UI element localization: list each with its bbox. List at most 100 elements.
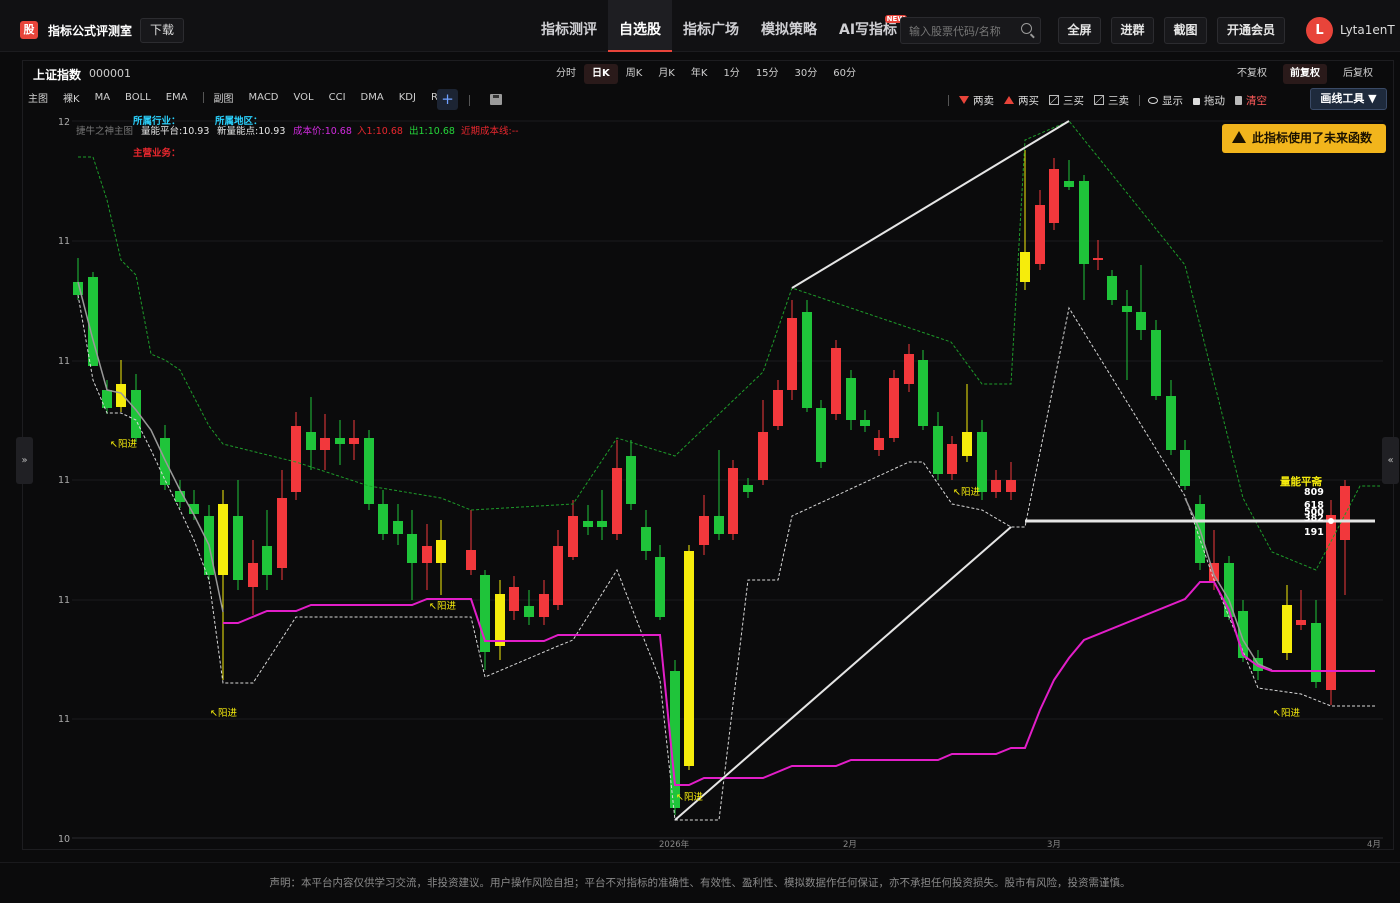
y-tick: 10 [58, 834, 70, 845]
candle-body [1195, 504, 1205, 563]
collapse-right-button[interactable]: « [1382, 437, 1399, 484]
candle-body [436, 540, 446, 563]
candle-body [1122, 306, 1132, 312]
candle-body [1151, 330, 1161, 396]
fib-level: 809 [1304, 487, 1324, 498]
candle-body [1006, 480, 1016, 492]
candle-body [320, 438, 330, 450]
disclaimer-footer: 声明：本平台内容仅供学习交流，非投资建议。用户操作风险自担；平台不对指标的准确性… [0, 862, 1400, 900]
candle-body [933, 426, 943, 474]
cost-value: 成本价:10.68 [293, 125, 352, 137]
candle-body [758, 432, 768, 480]
x-tick: 4月 [1367, 840, 1381, 850]
warning-text: 此指标使用了未来函数 [1252, 131, 1373, 145]
new-low-value: 新量能点:10.93 [217, 125, 285, 137]
candle-body [349, 438, 359, 444]
candle-body [1282, 605, 1292, 653]
candle-body [291, 426, 301, 492]
candle-body [728, 468, 738, 534]
x-tick: 2026年 [659, 839, 690, 850]
candle-body [277, 498, 287, 568]
x-tick: 2月 [843, 840, 857, 850]
candle-body [407, 534, 417, 563]
candle-body [509, 587, 519, 611]
y-tick: 11 [58, 236, 70, 247]
y-tick: 11 [58, 475, 70, 486]
candle-body [597, 521, 607, 527]
candle-body [860, 420, 870, 426]
trend-anchor [1328, 518, 1334, 524]
candle-body [641, 527, 651, 551]
candlestick-chart[interactable]: 捷牛之神主图 所属行业： 所属地区： 量能平台:10.93 新量能点:10.93… [0, 0, 1400, 860]
entry-value: 入1:10.68 [357, 126, 403, 137]
fib-level: 382 [1304, 513, 1324, 524]
candle-body [743, 485, 753, 492]
candle-body [393, 521, 403, 534]
candle-body [1093, 258, 1103, 260]
warning-icon [1232, 131, 1246, 143]
candle-body [714, 516, 724, 534]
candle-body [1064, 181, 1074, 187]
candle-body [802, 312, 812, 408]
candle-body [816, 408, 826, 462]
signal-label: ↖阳进 [1273, 708, 1300, 719]
candle-body [918, 360, 928, 426]
candle-body [1340, 486, 1350, 540]
candle-body [306, 432, 316, 450]
support-line [77, 294, 1375, 821]
candle-body [846, 378, 856, 420]
candle-body [364, 438, 374, 504]
candle-body [947, 444, 957, 474]
candle-body [1020, 252, 1030, 282]
candle-body [1296, 620, 1306, 625]
x-tick: 3月 [1047, 840, 1061, 850]
candle-body [904, 354, 914, 384]
candle-body [335, 438, 345, 444]
candle-body [378, 504, 388, 534]
candle-body [626, 456, 636, 504]
exit-value: 出1:10.68 [409, 125, 455, 137]
candle-body [831, 348, 841, 414]
candle-body [422, 546, 432, 563]
vol-platform-value: 量能平台:10.93 [141, 125, 209, 137]
collapse-left-button[interactable]: » [16, 437, 33, 484]
candle-body [102, 390, 112, 408]
candle-body [568, 516, 578, 557]
candle-body [699, 516, 709, 545]
main-indicator-label: 捷牛之神主图 [76, 125, 133, 137]
candle-body [539, 594, 549, 617]
signal-label: ↖阳进 [110, 439, 137, 450]
y-tick: 12 [58, 117, 70, 128]
candle-body [1049, 169, 1059, 223]
candle-body [116, 384, 126, 407]
y-tick: 11 [58, 714, 70, 725]
candle-body [787, 318, 797, 390]
candle-body [466, 550, 476, 570]
candle-body [495, 594, 505, 646]
recent-cost-value: 近期成本线:-- [461, 125, 519, 137]
candle-body [248, 563, 258, 587]
fib-level: 191 [1304, 527, 1324, 538]
candle-body [1079, 181, 1089, 264]
candle-body [583, 521, 593, 527]
trend-line [674, 526, 1012, 821]
candle-body [612, 468, 622, 534]
candle-body [1035, 205, 1045, 264]
candle-body [1136, 312, 1146, 330]
candle-body [874, 438, 884, 450]
signal-label: ↖阳进 [210, 708, 237, 719]
candle-body [218, 504, 228, 575]
candle-body [553, 546, 563, 605]
signal-label: ↖阳进 [676, 792, 703, 803]
candle-body [262, 546, 272, 575]
cost-line [223, 581, 1375, 786]
candle-body [1238, 611, 1248, 658]
candle-body [1311, 623, 1321, 682]
y-tick: 11 [58, 356, 70, 367]
signal-label: ↖阳进 [429, 601, 456, 612]
candle-body [962, 432, 972, 456]
candle-body [1180, 450, 1190, 486]
candle-body [991, 480, 1001, 492]
candle-body [1107, 276, 1117, 300]
ma-line [77, 281, 224, 613]
